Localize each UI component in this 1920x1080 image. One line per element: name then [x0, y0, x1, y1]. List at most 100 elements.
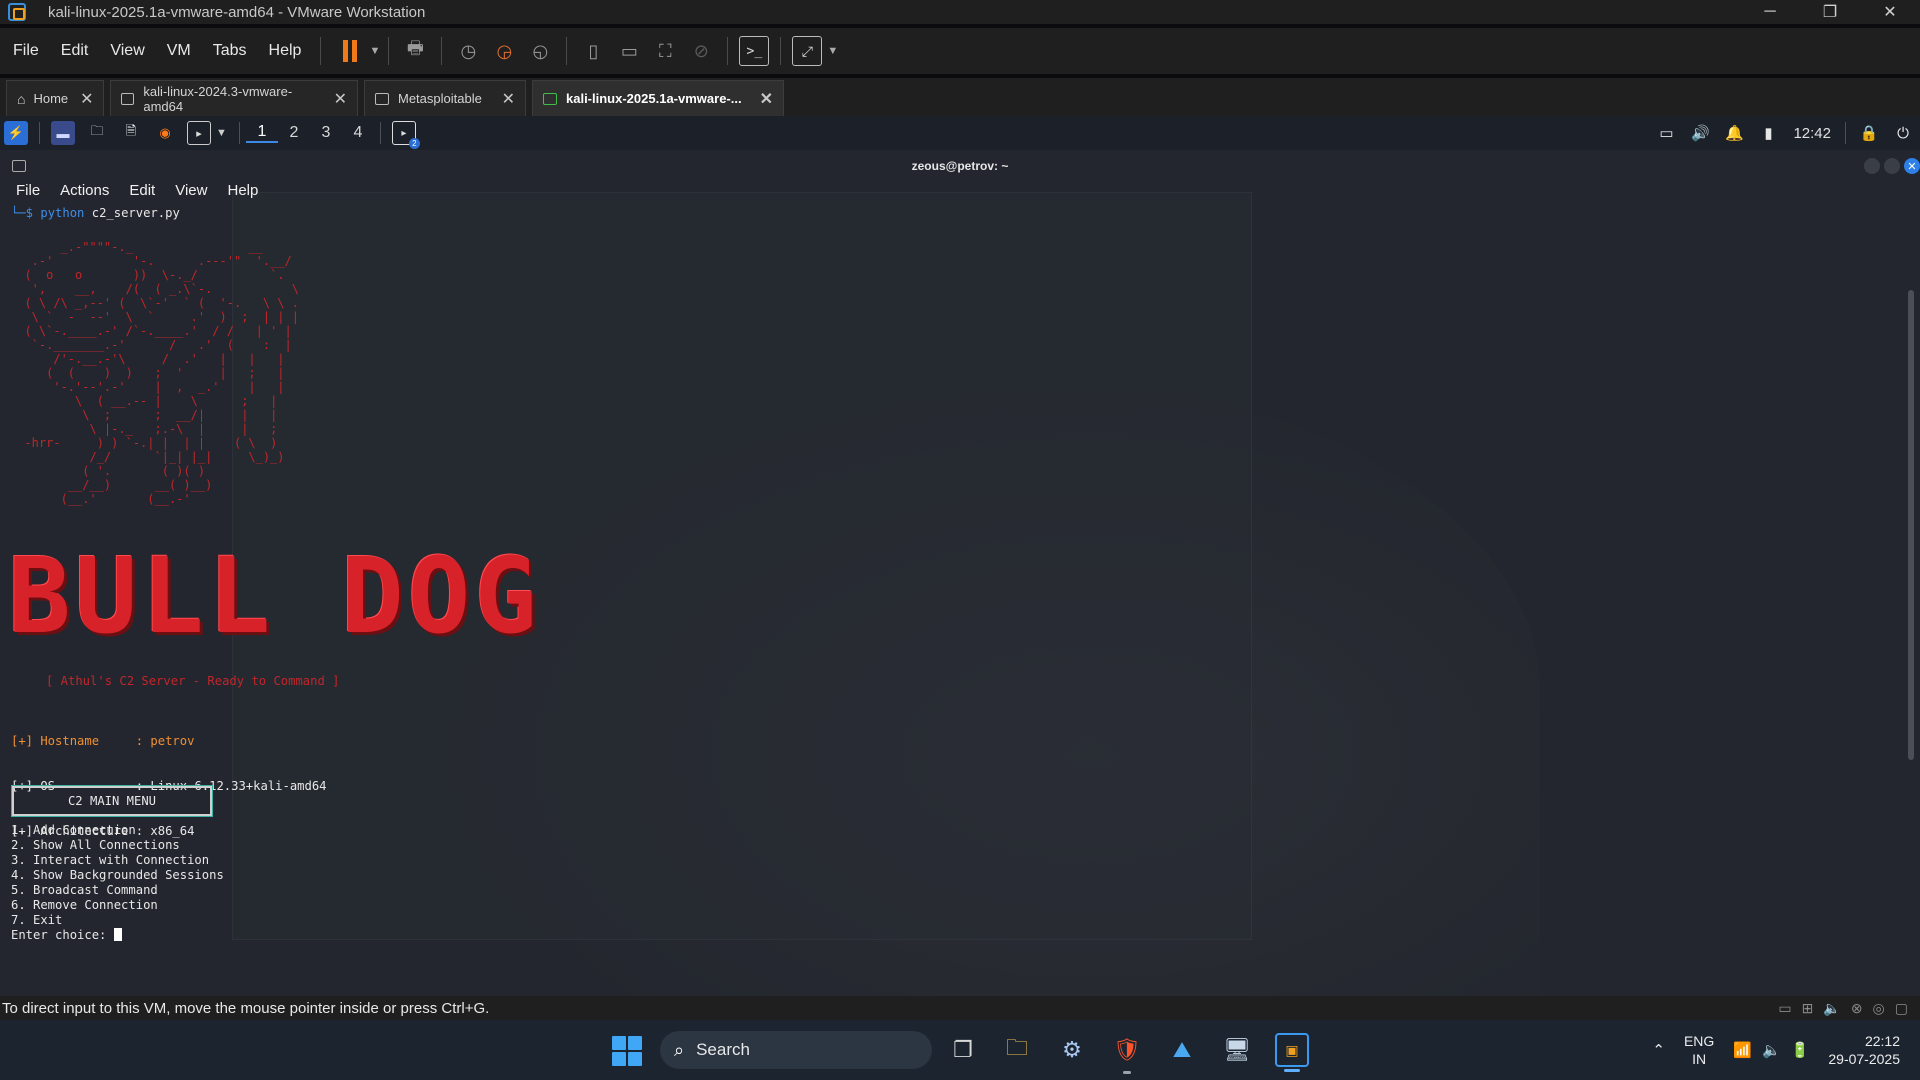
snapshot-icon[interactable]: ◷ [453, 36, 483, 66]
region-code: IN [1692, 1051, 1707, 1067]
choice-prompt: Enter choice: [11, 928, 114, 942]
revert-snapshot-icon[interactable]: ◶ [489, 36, 519, 66]
network-adapter-icon[interactable]: ⊞ [1802, 1000, 1814, 1017]
power-dropdown-icon[interactable]: ▼ [369, 45, 380, 57]
tab-kali-2024[interactable]: kali-linux-2024.3-vmware-amd64 ✕ [110, 80, 358, 116]
pause-icon[interactable] [343, 40, 361, 62]
workspace-2[interactable]: 2 [278, 124, 310, 142]
sound-card-icon[interactable]: 🔈 [1823, 1000, 1840, 1017]
tab-kali-2025[interactable]: kali-linux-2025.1a-vmware-... ✕ [532, 80, 784, 116]
terminal-menu-view[interactable]: View [165, 182, 217, 204]
home-icon: ⌂ [17, 90, 26, 107]
terminal-maximize-button[interactable] [1884, 158, 1900, 174]
menu-view[interactable]: View [99, 42, 155, 60]
search-placeholder: Search [696, 1040, 750, 1059]
file-explorer-icon[interactable]: 🗀 [1000, 1033, 1034, 1067]
kali-menu-icon[interactable]: ⚡ [4, 121, 28, 145]
terminal-menu-help[interactable]: Help [217, 182, 268, 204]
input-language[interactable]: ENG IN [1684, 1032, 1714, 1068]
panel-clock[interactable]: 12:42 [1793, 125, 1831, 142]
close-icon[interactable]: ✕ [68, 89, 93, 109]
brave-browser-icon[interactable]: 🛡 [1110, 1033, 1144, 1074]
terminal-launcher-icon[interactable]: ▸ [187, 121, 211, 145]
toolbar-separator [388, 37, 390, 65]
text-editor-icon[interactable]: 🗎 [119, 121, 143, 145]
settings-icon[interactable]: ⚙ [1055, 1033, 1089, 1067]
info-value: petrov [150, 734, 195, 748]
full-screen-icon[interactable]: ⛶ [650, 36, 680, 66]
prompt-symbol: └─$ [11, 206, 34, 220]
remote-desktop-icon[interactable]: 🖥 [1220, 1033, 1254, 1067]
menu-option: 6. Remove Connection [11, 898, 158, 912]
kali-tray: ▭ 🔊 🔔 ▮ 12:42 🔒 ⏻ [1649, 116, 1920, 150]
tab-metasploitable[interactable]: Metasploitable ✕ [364, 80, 526, 116]
close-icon[interactable]: ✕ [490, 89, 515, 109]
workspace-1[interactable]: 1 [245, 123, 278, 143]
power-icon[interactable]: ⏻ [1892, 123, 1914, 143]
cd-dvd-icon[interactable]: ◎ [1873, 1000, 1885, 1017]
vmware-icon[interactable]: ▣ [1275, 1033, 1309, 1072]
wifi-icon[interactable]: 📶 [1733, 1041, 1752, 1059]
launcher-dropdown-icon[interactable]: ▼ [216, 127, 227, 139]
file-manager-icon[interactable]: 🗀 [85, 121, 109, 145]
close-icon[interactable]: ✕ [322, 89, 347, 109]
command-program: python [40, 206, 85, 220]
battery-icon[interactable]: ▮ [1757, 123, 1779, 143]
workspace-4[interactable]: 4 [342, 124, 374, 142]
library-icon[interactable]: ▯ [578, 36, 608, 66]
taskbar-clock[interactable]: 22:12 29-07-2025 [1828, 1032, 1900, 1068]
send-ctrl-alt-del-icon[interactable]: 🖶 [400, 36, 430, 66]
panel-separator [379, 122, 381, 144]
lang-code: ENG [1683, 1033, 1715, 1049]
vm-icon [375, 92, 389, 105]
menu-edit[interactable]: Edit [50, 42, 100, 60]
terminal-menu-file[interactable]: File [6, 182, 50, 204]
minimize-button[interactable]: ─ [1740, 0, 1800, 24]
photos-icon[interactable]: ⛰ [1165, 1033, 1199, 1067]
windows-start-icon[interactable] [612, 1036, 642, 1066]
workspace-3[interactable]: 3 [310, 124, 342, 142]
terminal-title: zeous@petrov: ~ [911, 159, 1009, 173]
menu-tabs[interactable]: Tabs [202, 42, 258, 60]
menu-option: 7. Exit [11, 913, 63, 927]
status-hint: To direct input to this VM, move the mou… [2, 999, 490, 1017]
terminal-titlebar: zeous@petrov: ~ [0, 150, 1920, 182]
stretch-guest-icon[interactable]: ⤢ [792, 36, 823, 66]
console-view-icon[interactable]: >_ [739, 36, 770, 66]
usb-icon[interactable]: ⊗ [1851, 1000, 1863, 1017]
thumbnail-bar-icon[interactable]: ▭ [614, 36, 644, 66]
terminal-menu-actions[interactable]: Actions [50, 182, 119, 204]
choice-input-line[interactable]: Enter choice: [11, 928, 224, 943]
stretch-dropdown-icon[interactable]: ▼ [827, 45, 838, 57]
lock-icon[interactable]: 🔒 [1858, 123, 1880, 143]
restore-button[interactable]: ❐ [1800, 0, 1860, 24]
volume-icon[interactable]: 🔊 [1689, 123, 1711, 143]
display-icon[interactable]: ▭ [1655, 123, 1677, 143]
terminal-close-button[interactable]: ✕ [1904, 158, 1920, 174]
terminal-task-icon[interactable]: ▸ 2 [391, 121, 420, 149]
menu-help[interactable]: Help [258, 42, 313, 60]
terminal-scrollbar[interactable] [1908, 290, 1914, 760]
terminal-menu-edit[interactable]: Edit [119, 182, 165, 204]
tab-home[interactable]: ⌂ Home ✕ [6, 80, 104, 116]
message-log-icon[interactable]: ▢ [1895, 1000, 1908, 1017]
firefox-icon[interactable]: ◉ [153, 121, 177, 145]
kali-panel: ⚡ ▬ 🗀 🗎 ◉ ▸ ▼ 1 2 3 4 ▸ 2 ▭ 🔊 🔔 ▮ 12:42 … [0, 116, 1920, 150]
close-icon[interactable]: ✕ [748, 89, 773, 109]
snapshot-manager-icon[interactable]: ◵ [525, 36, 555, 66]
hard-disk-icon[interactable]: ▭ [1778, 1000, 1791, 1017]
task-view-icon[interactable]: ❐ [946, 1033, 980, 1067]
terminal-minimize-button[interactable] [1864, 158, 1880, 174]
speaker-icon[interactable]: 🔈 [1762, 1041, 1781, 1059]
taskbar-search-box[interactable]: ⌕ Search [660, 1031, 932, 1069]
banner-tagline: [ Athul's C2 Server - Ready to Command ] [46, 674, 340, 688]
battery-charging-icon[interactable]: 🔋 [1791, 1041, 1810, 1059]
unity-icon[interactable]: ⊘ [686, 36, 716, 66]
menu-file[interactable]: File [2, 42, 50, 60]
notifications-icon[interactable]: 🔔 [1723, 123, 1745, 143]
vmware-status-bar: To direct input to this VM, move the mou… [0, 996, 1920, 1020]
show-hidden-icons[interactable]: ⌃ [1652, 1041, 1665, 1059]
close-button[interactable]: ✕ [1860, 0, 1920, 24]
show-desktop-icon[interactable]: ▬ [51, 121, 75, 145]
menu-vm[interactable]: VM [156, 42, 202, 60]
